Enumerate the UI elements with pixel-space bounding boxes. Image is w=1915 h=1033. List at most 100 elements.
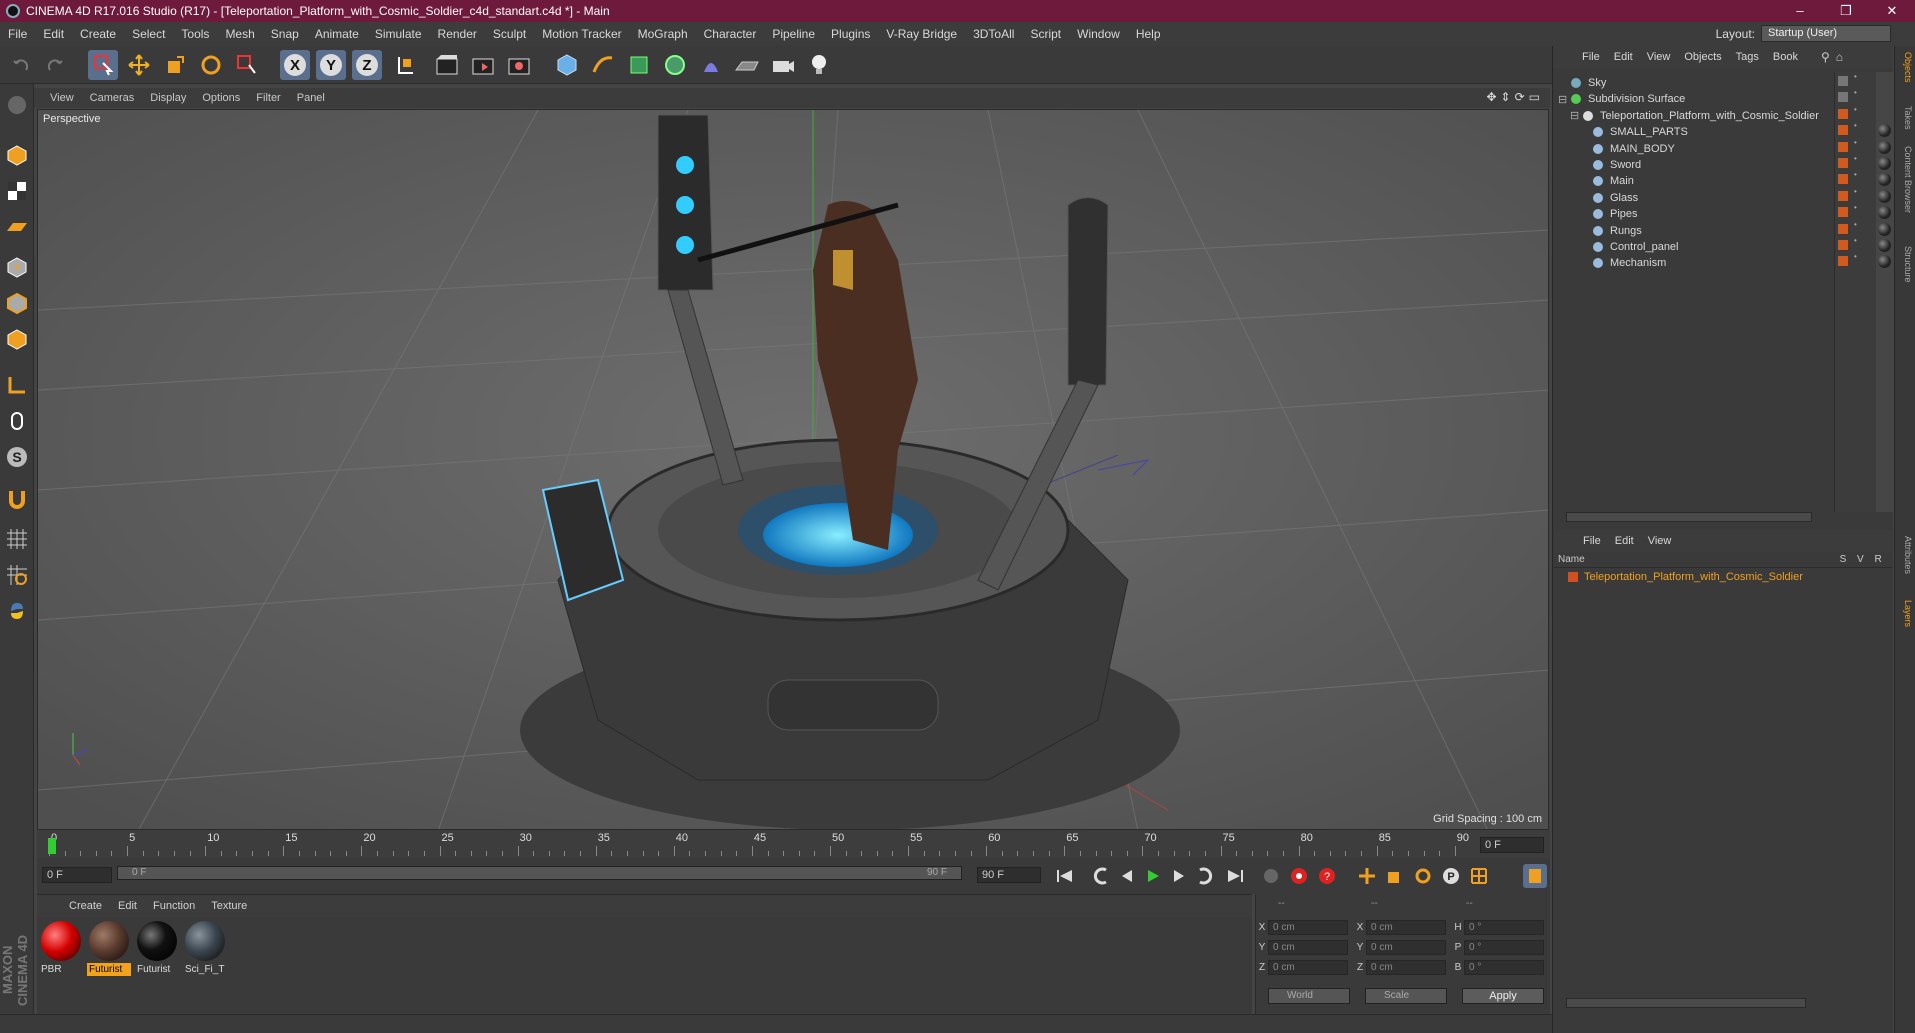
- start-frame-field[interactable]: 0 F: [42, 867, 112, 883]
- python-icon[interactable]: [2, 596, 32, 626]
- key-rotation-icon[interactable]: [1411, 864, 1435, 888]
- floor-icon[interactable]: [732, 50, 762, 80]
- material-swatch-pbr[interactable]: PBR: [39, 919, 83, 979]
- record-keys-disabled-icon[interactable]: [1259, 864, 1283, 888]
- object-row[interactable]: ⊟ Subdivision Surface: [1554, 90, 1834, 108]
- object-menu-book[interactable]: Book: [1766, 51, 1805, 63]
- visibility-dots-icon[interactable]: •: [1854, 122, 1858, 135]
- visibility-dots-icon[interactable]: •: [1854, 204, 1858, 217]
- home-icon[interactable]: ⌂: [1836, 50, 1843, 64]
- object-row[interactable]: Glass: [1554, 189, 1834, 207]
- material-tag-icon[interactable]: [1878, 239, 1891, 252]
- layer-row[interactable]: Teleportation_Platform_with_Cosmic_Soldi…: [1554, 568, 1892, 586]
- spline-pen-icon[interactable]: [588, 50, 618, 80]
- layer-color-indicator[interactable]: [1838, 190, 1848, 201]
- menu-window[interactable]: Window: [1069, 27, 1128, 41]
- light-icon[interactable]: [804, 50, 834, 80]
- material-tag-icon[interactable]: [1878, 173, 1891, 187]
- key-parameter-icon[interactable]: P: [1439, 864, 1463, 888]
- side-tab-content-browser[interactable]: Content Browser: [1897, 146, 1913, 213]
- menu-tools[interactable]: Tools: [173, 27, 217, 41]
- viewport-menu-cameras[interactable]: Cameras: [82, 92, 143, 104]
- menu-select[interactable]: Select: [124, 27, 173, 41]
- redo-icon[interactable]: [40, 50, 70, 80]
- material-swatch-futurist[interactable]: Futurist: [87, 919, 131, 979]
- object-menu-objects[interactable]: Objects: [1677, 51, 1728, 63]
- object-row[interactable]: Mechanism: [1554, 254, 1834, 272]
- close-button[interactable]: ✕: [1869, 0, 1915, 22]
- menu-vray-bridge[interactable]: V-Ray Bridge: [878, 27, 965, 41]
- visibility-dots-icon[interactable]: •: [1854, 138, 1858, 152]
- material-swatch-futurist-2[interactable]: Futurist: [135, 919, 179, 979]
- visibility-dots-icon[interactable]: •: [1854, 89, 1858, 102]
- record-active-objects-icon[interactable]: [1287, 864, 1311, 888]
- object-row[interactable]: MAIN_BODY: [1554, 140, 1834, 158]
- layer-color-indicator[interactable]: [1838, 207, 1848, 218]
- rotation-p-field[interactable]: 0 °: [1464, 939, 1544, 955]
- side-tab-structure[interactable]: Structure: [1897, 246, 1913, 283]
- material-tag-icon[interactable]: [1878, 189, 1891, 203]
- layer-horizontal-scrollbar[interactable]: [1566, 998, 1806, 1008]
- previous-key-icon[interactable]: [1089, 864, 1113, 888]
- layer-menu-view[interactable]: View: [1641, 535, 1679, 547]
- menu-help[interactable]: Help: [1128, 27, 1169, 41]
- position-y-field[interactable]: 0 cm: [1268, 939, 1348, 955]
- y-axis-lock-icon[interactable]: Y: [316, 50, 346, 80]
- material-tag-icon[interactable]: [1878, 222, 1891, 236]
- object-menu-tags[interactable]: Tags: [1729, 51, 1766, 63]
- playhead[interactable]: [48, 838, 56, 854]
- object-row[interactable]: Main: [1554, 172, 1834, 190]
- end-frame-field[interactable]: 90 F: [977, 867, 1041, 883]
- size-mode-dropdown[interactable]: Scale: [1365, 988, 1447, 1004]
- visibility-dots-icon[interactable]: •: [1854, 105, 1858, 119]
- material-tag-icon[interactable]: [1878, 140, 1891, 154]
- expand-toggle-icon[interactable]: ⊟: [1558, 93, 1570, 106]
- material-menu-texture[interactable]: Texture: [203, 900, 255, 912]
- cloner-icon[interactable]: [660, 50, 690, 80]
- dolly-view-icon[interactable]: ⇕: [1501, 90, 1511, 104]
- timeline-window-icon[interactable]: [1523, 864, 1547, 888]
- menu-create[interactable]: Create: [72, 27, 124, 41]
- size-y-field[interactable]: 0 cm: [1366, 939, 1446, 955]
- viewport-menu-filter[interactable]: Filter: [248, 92, 288, 104]
- menu-motion-tracker[interactable]: Motion Tracker: [534, 27, 629, 41]
- scale-icon[interactable]: [160, 50, 190, 80]
- material-tag-icon[interactable]: [1878, 157, 1891, 170]
- move-icon[interactable]: [124, 50, 154, 80]
- rotation-b-field[interactable]: 0 °: [1464, 959, 1544, 975]
- material-tag-icon[interactable]: [1878, 255, 1891, 269]
- object-row[interactable]: Rungs: [1554, 222, 1834, 240]
- visibility-dots-icon[interactable]: •: [1854, 187, 1858, 201]
- menu-mesh[interactable]: Mesh: [217, 27, 262, 41]
- material-menu-edit[interactable]: Edit: [110, 900, 145, 912]
- size-x-field[interactable]: 0 cm: [1366, 919, 1446, 935]
- position-x-field[interactable]: 0 cm: [1268, 919, 1348, 935]
- x-axis-lock-icon[interactable]: X: [280, 50, 310, 80]
- object-row[interactable]: SMALL_PARTS: [1554, 123, 1834, 141]
- visibility-dots-icon[interactable]: •: [1854, 237, 1858, 250]
- render-view-icon[interactable]: [432, 50, 462, 80]
- rotation-h-field[interactable]: 0 °: [1464, 919, 1544, 935]
- apply-button[interactable]: Apply: [1462, 988, 1544, 1004]
- previous-frame-icon[interactable]: [1115, 864, 1139, 888]
- side-tab-attributes[interactable]: Attributes: [1897, 536, 1913, 574]
- texture-mode-icon[interactable]: [2, 176, 32, 206]
- material-tag-icon[interactable]: [1878, 124, 1891, 138]
- object-row[interactable]: Sky: [1554, 74, 1834, 92]
- visibility-dots-icon[interactable]: •: [1854, 253, 1858, 266]
- object-row[interactable]: ⊟ Teleportation_Platform_with_Cosmic_Sold…: [1554, 107, 1834, 125]
- tweak-mode-icon[interactable]: [2, 406, 32, 436]
- maximize-button[interactable]: ❐: [1823, 0, 1869, 22]
- menu-animate[interactable]: Animate: [307, 27, 367, 41]
- live-selection-icon[interactable]: [88, 50, 118, 80]
- layer-color-indicator[interactable]: [1838, 158, 1848, 168]
- menu-script[interactable]: Script: [1022, 27, 1069, 41]
- menu-mograph[interactable]: MoGraph: [630, 27, 696, 41]
- menu-snap[interactable]: Snap: [263, 27, 307, 41]
- search-icon[interactable]: ⚲: [1821, 50, 1830, 64]
- object-horizontal-scrollbar[interactable]: [1566, 512, 1812, 522]
- material-menu-create[interactable]: Create: [61, 900, 110, 912]
- workplane-icon[interactable]: [2, 212, 32, 242]
- object-menu-view[interactable]: View: [1640, 51, 1678, 63]
- side-tab-layers[interactable]: Layers: [1897, 600, 1913, 627]
